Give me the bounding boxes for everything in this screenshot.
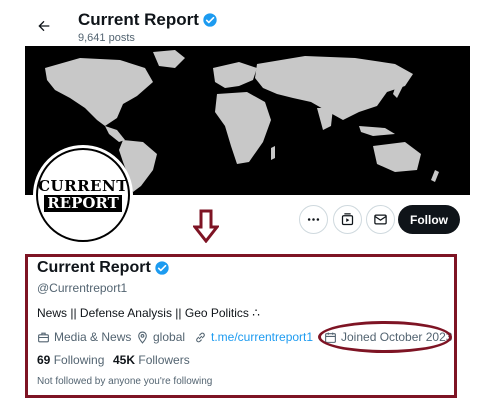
- logo-line-2: REPORT: [44, 195, 122, 212]
- arrow-left-icon: [38, 20, 50, 32]
- post-count: 9,641 posts: [78, 32, 135, 44]
- briefcase-icon: [38, 332, 49, 342]
- annotation-ellipse: [318, 321, 452, 353]
- more-options-button[interactable]: [299, 205, 328, 234]
- profile-bio: News || Defense Analysis || Geo Politics…: [37, 306, 260, 320]
- link-text[interactable]: t.me/currentreport1: [211, 330, 313, 344]
- more-icon: [307, 218, 320, 221]
- category-text: Media & News: [54, 330, 132, 344]
- profile-page: Current Report 9,641 posts CURRENT REPOR…: [0, 0, 495, 416]
- subscribe-button[interactable]: [333, 205, 362, 234]
- following-label: Following: [53, 353, 105, 367]
- location-pin-icon: [138, 331, 147, 344]
- followers-link[interactable]: 45K Followers: [113, 353, 190, 367]
- profile-category: Media & News: [37, 330, 131, 344]
- verified-badge-icon: [154, 260, 170, 276]
- current-report-logo: CURRENT REPORT: [36, 148, 130, 242]
- header-title-text: Current Report: [78, 10, 199, 29]
- header-title: Current Report: [78, 10, 218, 30]
- link-icon: [196, 332, 205, 342]
- subscribe-icon: [341, 213, 354, 226]
- profile-name-text: Current Report: [37, 259, 151, 276]
- followers-count: 45K: [113, 353, 136, 367]
- not-followed-notice: Not followed by anyone you're following: [37, 376, 213, 387]
- followers-label: Followers: [138, 353, 190, 367]
- location-text: global: [153, 330, 186, 344]
- profile-location: global: [136, 330, 185, 344]
- avatar[interactable]: CURRENT REPORT: [33, 145, 133, 245]
- following-count: 69: [37, 353, 51, 367]
- follow-button[interactable]: Follow: [398, 205, 460, 234]
- following-link[interactable]: 69 Following: [37, 353, 104, 367]
- envelope-icon: [374, 214, 387, 225]
- back-button[interactable]: [30, 12, 58, 40]
- profile-header: Current Report 9,641 posts: [0, 0, 495, 46]
- verified-badge-icon: [202, 12, 218, 28]
- logo-line-1: CURRENT: [38, 177, 128, 195]
- profile-link[interactable]: t.me/currentreport1: [194, 330, 313, 344]
- profile-name: Current Report: [37, 259, 170, 277]
- message-button[interactable]: [366, 205, 395, 234]
- annotation-down-arrow-icon: [193, 209, 219, 243]
- profile-handle: @Currentreport1: [37, 281, 128, 295]
